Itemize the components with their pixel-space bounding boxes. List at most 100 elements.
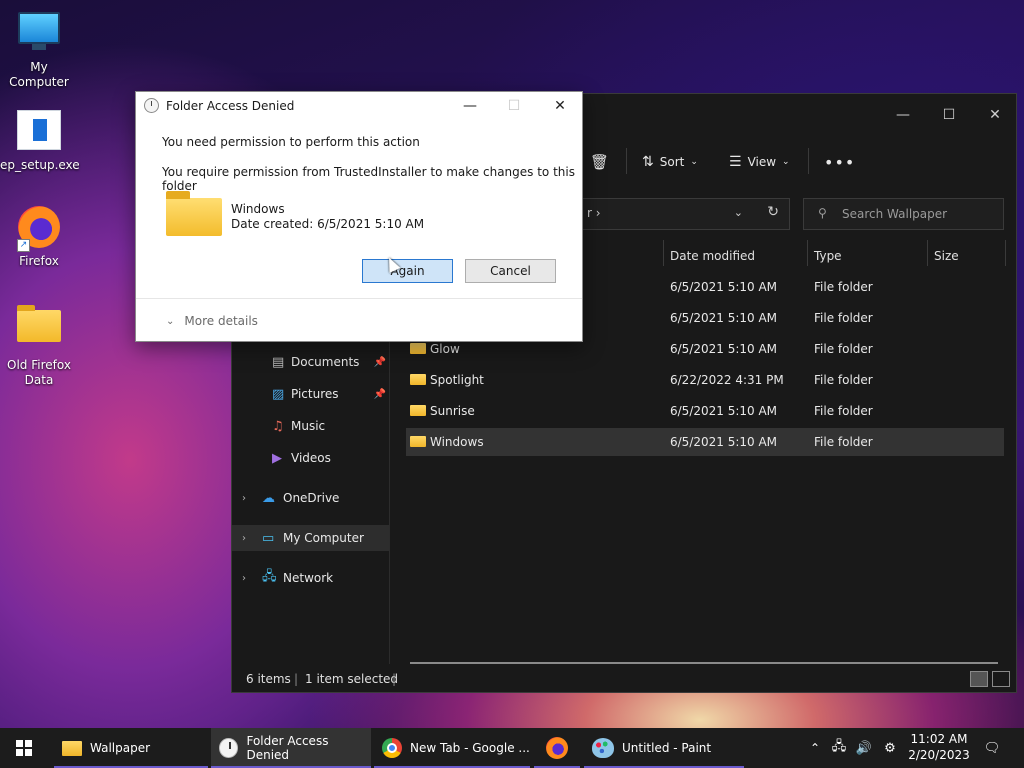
status-divider: | — [392, 672, 397, 686]
details-view-button[interactable] — [970, 671, 988, 687]
taskbar-app-label: New Tab - Google ... — [410, 741, 530, 755]
cancel-button[interactable]: Cancel — [465, 259, 556, 283]
nav-item-onedrive[interactable]: › ☁ OneDrive — [232, 485, 390, 511]
taskbar-app-wallpaper[interactable]: Wallpaper — [54, 728, 208, 768]
chevron-down-icon[interactable]: ⌄ — [734, 206, 743, 219]
minimize-button[interactable]: — — [880, 94, 926, 136]
file-date: 6/22/2022 4:31 PM — [670, 373, 784, 387]
minimize-button[interactable]: — — [448, 92, 492, 120]
taskbar-app-paint[interactable]: Untitled - Paint — [584, 728, 744, 768]
trash-icon: 🗑 — [590, 153, 610, 171]
network-icon[interactable]: 🖧 — [828, 728, 850, 768]
pin-icon[interactable]: 📌 — [374, 357, 386, 368]
table-row[interactable]: Spotlight 6/22/2022 4:31 PM File folder — [406, 366, 1004, 394]
sort-button[interactable]: ⇅ Sort ⌄ — [642, 150, 698, 174]
taskbar-app-firefox[interactable] — [534, 728, 580, 768]
chevron-right-icon[interactable]: › — [242, 573, 246, 584]
file-date: 6/5/2021 5:10 AM — [670, 311, 778, 325]
folder-icon — [410, 343, 426, 354]
pin-icon[interactable]: 📌 — [374, 389, 386, 400]
view-icon: ☰ — [729, 154, 742, 170]
file-type: File folder — [814, 280, 873, 294]
nav-item-documents[interactable]: ▤ Documents 📌 — [232, 349, 390, 375]
nav-item-label: Music — [291, 419, 326, 433]
volume-icon[interactable]: 🔊 — [852, 728, 876, 768]
column-header-type[interactable]: Type — [814, 244, 842, 268]
maximize-button[interactable]: ☐ — [926, 94, 972, 136]
nav-item-label: My Computer — [283, 531, 364, 545]
desktop-icon-label: Old Firefox Data — [7, 358, 71, 387]
search-box[interactable]: ⚲ — [803, 198, 1004, 230]
tiles-view-button[interactable] — [992, 671, 1010, 687]
nav-item-videos[interactable]: ▶ Videos — [232, 445, 390, 471]
notification-icon[interactable]: 🗨 — [978, 728, 1006, 768]
dialog-title: Folder Access Denied — [166, 99, 295, 113]
nav-item-label: Pictures — [291, 387, 339, 401]
paint-palette-icon — [592, 738, 614, 758]
desktop-icon-label: Firefox — [19, 254, 59, 268]
refresh-icon[interactable]: ↻ — [767, 204, 779, 220]
taskbar-app-folder-access-denied[interactable]: Folder Access Denied — [211, 728, 371, 768]
file-date: 6/5/2021 5:10 AM — [670, 404, 778, 418]
address-bar[interactable]: r › ⌄ ↻ — [582, 198, 790, 230]
music-icon: ♫ — [272, 418, 284, 434]
column-divider[interactable] — [927, 240, 928, 266]
column-divider[interactable] — [663, 240, 664, 266]
dialog-message: You need permission to perform this acti… — [162, 135, 420, 149]
more-details-toggle[interactable]: ⌄ More details — [166, 314, 258, 328]
toolbar-divider — [808, 148, 809, 174]
desktop-icon-firefox[interactable]: ↗ Firefox — [0, 204, 78, 269]
horizontal-scrollbar[interactable] — [410, 662, 998, 664]
folder-icon — [17, 305, 61, 354]
column-header-date[interactable]: Date modified — [670, 244, 755, 268]
chevron-right-icon[interactable]: › — [242, 493, 246, 504]
firefox-icon — [546, 737, 568, 759]
documents-icon: ▤ — [272, 354, 285, 370]
taskbar-app-label: Wallpaper — [90, 741, 151, 755]
search-input[interactable] — [842, 205, 992, 223]
nav-item-label: Network — [283, 571, 334, 585]
monitor-icon: ▭ — [262, 530, 275, 546]
firefox-icon: ↗ — [17, 206, 61, 252]
dialog-divider — [136, 298, 582, 299]
table-row[interactable]: Sunrise 6/5/2021 5:10 AM File folder — [406, 397, 1004, 425]
desktop-icon-old-firefox-data[interactable]: Old Firefox Data — [0, 302, 78, 388]
column-divider[interactable] — [807, 240, 808, 266]
dialog-detail: You require permission from TrustedInsta… — [162, 165, 575, 193]
taskbar-app-chrome[interactable]: New Tab - Google ... — [374, 728, 530, 768]
folder-date-created: Date created: 6/5/2021 5:10 AM — [231, 217, 425, 231]
nav-item-network[interactable]: › 🖧 Network — [232, 565, 390, 591]
close-button[interactable]: ✕ — [972, 94, 1018, 136]
nav-item-my-computer[interactable]: › ▭ My Computer — [232, 525, 390, 551]
chrome-icon — [382, 738, 402, 758]
system-clock[interactable]: 11:02 AM 2/20/2023 — [906, 731, 972, 763]
nav-item-pictures[interactable]: ▨ Pictures 📌 — [232, 381, 390, 407]
desktop-icon-ep-setup[interactable]: ep_setup.exe — [0, 108, 80, 173]
desktop-icon-my-computer[interactable]: My Computer — [0, 8, 78, 90]
ellipsis-icon: ••• — [824, 152, 856, 172]
folder-access-denied-dialog: Folder Access Denied — ☐ ✕ You need perm… — [135, 91, 583, 342]
nav-item-music[interactable]: ♫ Music — [232, 413, 390, 439]
gear-icon[interactable]: ⚙ — [878, 728, 902, 768]
status-divider: | — [294, 672, 299, 686]
file-type: File folder — [814, 373, 873, 387]
column-divider[interactable] — [1005, 240, 1006, 266]
close-button[interactable]: ✕ — [538, 92, 582, 120]
file-name: Spotlight — [430, 373, 484, 387]
chevron-up-icon[interactable]: ⌃ — [804, 728, 826, 768]
folder-icon — [410, 374, 426, 385]
breadcrumb: r › — [587, 206, 601, 220]
windows-logo-icon — [16, 740, 32, 756]
clock-icon — [144, 98, 159, 113]
table-row[interactable]: Windows 6/5/2021 5:10 AM File folder — [406, 428, 1004, 456]
view-button[interactable]: ☰ View ⌄ — [729, 150, 790, 174]
delete-button[interactable]: 🗑 — [590, 150, 609, 174]
chevron-right-icon[interactable]: › — [242, 533, 246, 544]
folder-icon — [62, 740, 82, 756]
status-bar: 6 items | 1 item selected | — [232, 668, 1016, 692]
column-header-size[interactable]: Size — [934, 244, 959, 268]
start-button[interactable] — [0, 728, 52, 768]
more-options-button[interactable]: ••• — [824, 150, 855, 174]
try-again-button[interactable]: Again — [362, 259, 453, 283]
selection-count: 1 item selected — [305, 672, 399, 686]
